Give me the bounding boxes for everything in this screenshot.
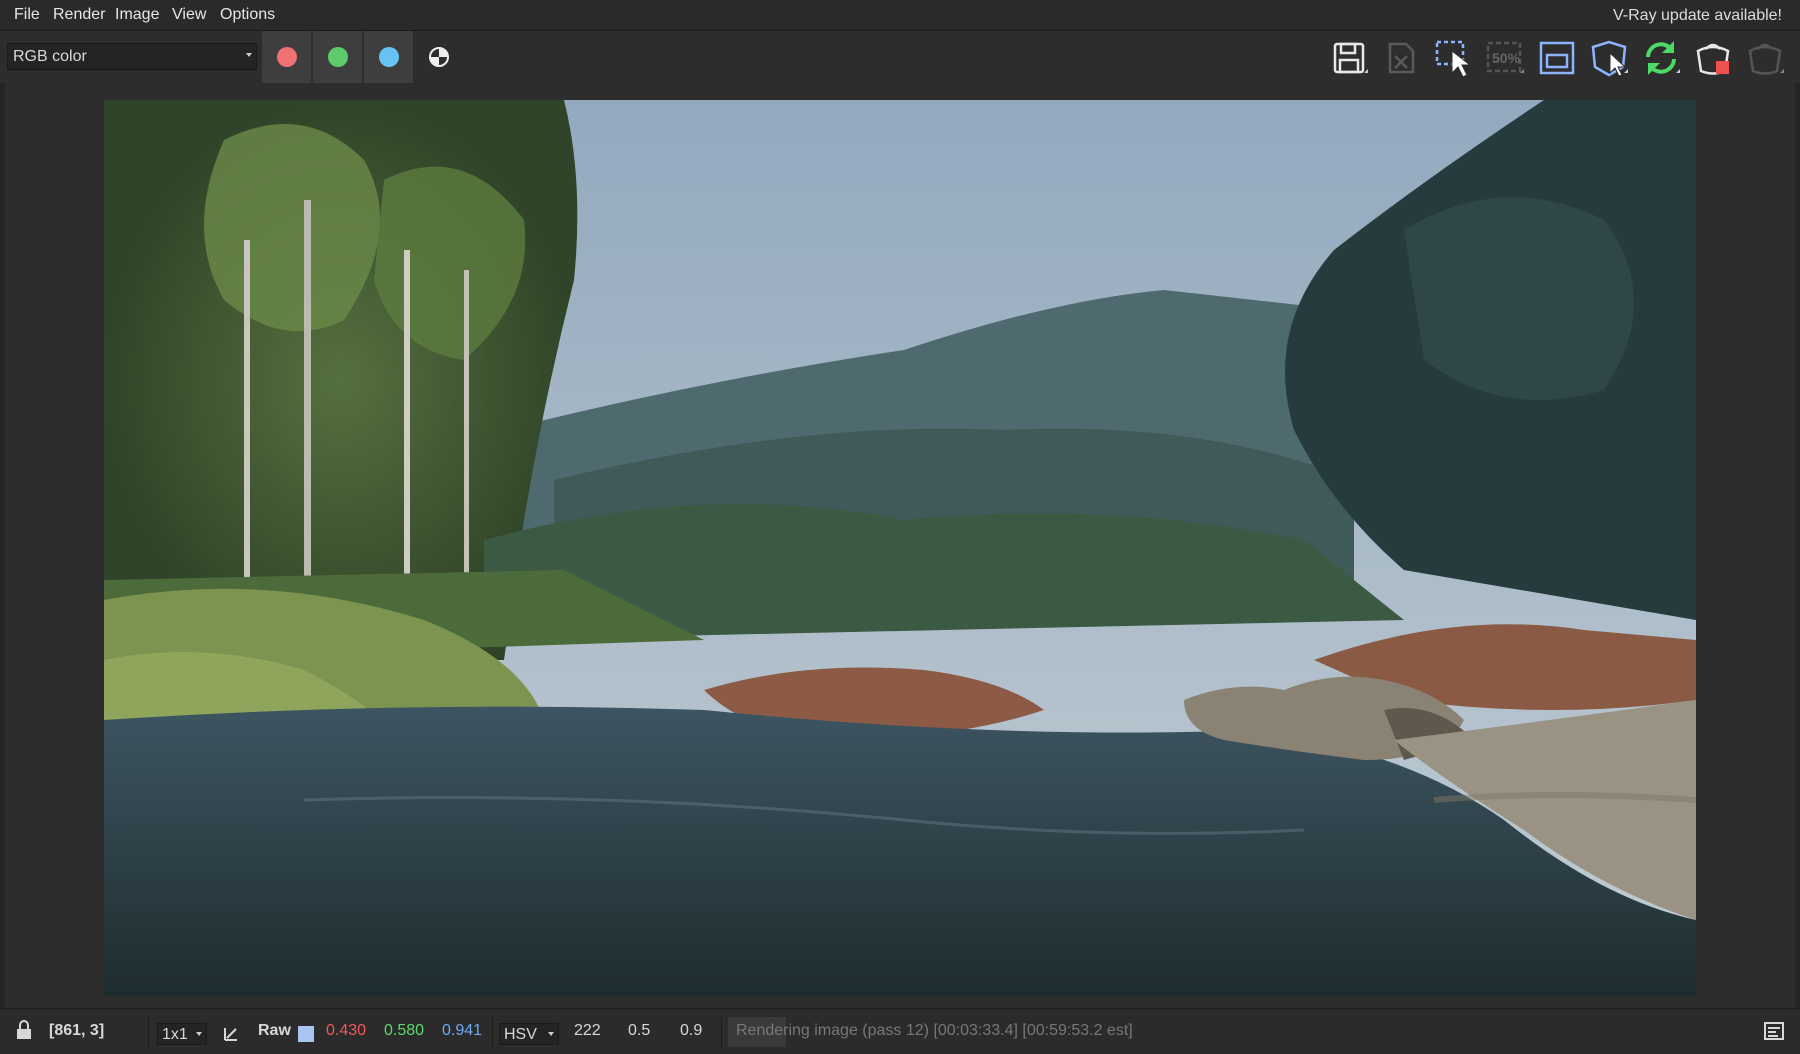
frame-icon[interactable] (1536, 37, 1578, 79)
green-dot-icon (328, 47, 348, 67)
chevron-down-icon (246, 53, 252, 57)
refresh-icon[interactable] (1640, 37, 1682, 79)
lock-cursor-icon[interactable] (15, 1020, 33, 1040)
sample-size-select[interactable]: 1x1 (157, 1023, 207, 1045)
render-viewport[interactable] (0, 83, 1800, 1008)
color-mode-value: HSV (504, 1026, 537, 1043)
channel-select-value: RGB color (13, 48, 87, 65)
chevron-down-icon (548, 1032, 554, 1036)
green-channel-button[interactable] (313, 31, 363, 83)
render-icon[interactable] (1692, 37, 1734, 79)
divider (148, 1017, 149, 1049)
red-channel-button[interactable] (262, 31, 312, 83)
red-value: 0.430 (326, 1022, 367, 1039)
value-value: 0.9 (680, 1022, 703, 1039)
sample-size-value: 1x1 (162, 1026, 188, 1043)
right-panel-handle[interactable] (1795, 83, 1800, 1008)
saturation-value: 0.5 (628, 1022, 651, 1039)
region-render-icon[interactable] (1432, 37, 1474, 79)
status-bar: [861, 3] 1x1 Raw 0.430 0.580 0.941 HSV 2… (0, 1008, 1800, 1054)
update-notice[interactable]: V-Ray update available! (1613, 7, 1782, 25)
color-picker-icon[interactable] (222, 1020, 244, 1042)
save-image-icon[interactable] (1328, 37, 1370, 79)
raw-label: Raw (258, 1022, 291, 1039)
menu-view[interactable]: View (172, 6, 206, 24)
chevron-down-icon (196, 1032, 202, 1036)
menu-render[interactable]: Render (53, 6, 105, 24)
divider (721, 1017, 722, 1049)
divider (492, 1017, 493, 1049)
red-dot-icon (277, 47, 297, 67)
blue-value: 0.941 (442, 1022, 483, 1039)
log-panel-icon[interactable] (1764, 1021, 1784, 1041)
left-panel-handle[interactable] (0, 83, 5, 1008)
menu-options[interactable]: Options (220, 6, 275, 24)
color-mode-select[interactable]: HSV (499, 1023, 559, 1045)
menu-image[interactable]: Image (115, 6, 159, 24)
alpha-channel-button[interactable] (429, 47, 449, 67)
zoom-50-icon[interactable]: 50% (1484, 37, 1526, 79)
toolbar: RGB color 50% (0, 31, 1800, 83)
clear-image-icon[interactable] (1380, 37, 1422, 79)
blue-channel-button[interactable] (364, 31, 414, 83)
pixel-coordinates: [861, 3] (49, 1022, 105, 1039)
rendered-landscape-image[interactable] (104, 100, 1696, 996)
channel-select[interactable]: RGB color (7, 43, 257, 70)
svg-text:50%: 50% (1492, 50, 1521, 66)
color-swatch (298, 1026, 314, 1042)
menu-bar: File Render Image View Options V-Ray upd… (0, 0, 1800, 31)
green-value: 0.580 (384, 1022, 425, 1039)
menu-file[interactable]: File (14, 6, 40, 24)
stop-render-icon[interactable] (1744, 37, 1786, 79)
blue-dot-icon (379, 47, 399, 67)
render-progress-text: Rendering image (pass 12) [00:03:33.4] [… (736, 1022, 1133, 1039)
interactive-render-icon[interactable] (1588, 37, 1630, 79)
hue-value: 222 (574, 1022, 601, 1039)
